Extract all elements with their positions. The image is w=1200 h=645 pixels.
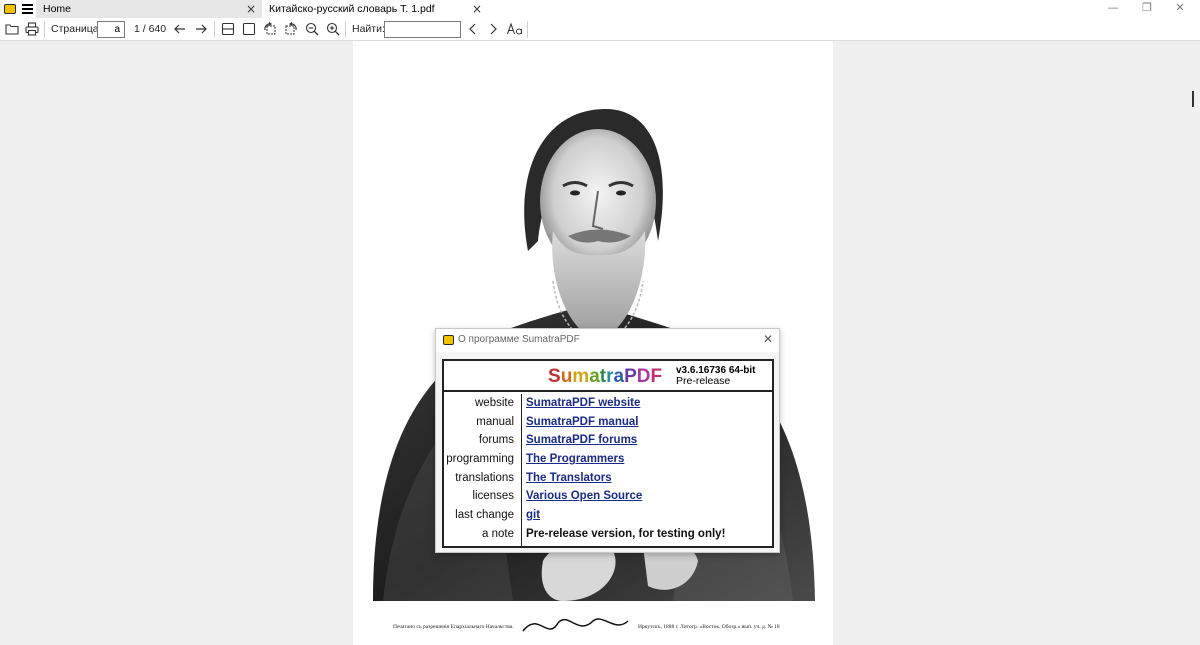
column-divider	[521, 394, 522, 546]
row-label-translations: translations	[455, 472, 514, 484]
toolbar-separator	[345, 21, 346, 38]
match-case-icon[interactable]	[506, 21, 524, 37]
zoom-out-icon[interactable]	[304, 21, 320, 37]
tab-home[interactable]: Home ×	[36, 0, 262, 18]
row-label-licenses: licenses	[472, 490, 514, 502]
git-link[interactable]: git	[526, 509, 540, 521]
dialog-title-bar[interactable]: О программе SumatraPDF ✕	[436, 329, 779, 352]
website-link[interactable]: SumatraPDF website	[526, 397, 640, 409]
about-header: SumatraPDF v3.6.16736 64-bit Pre-release	[444, 361, 772, 392]
forums-link[interactable]: SumatraPDF forums	[526, 434, 637, 446]
close-window-icon[interactable]: ✕	[1160, 0, 1200, 18]
release-text: Pre-release	[676, 375, 731, 387]
app-logo-icon	[443, 335, 454, 345]
scrollbar-thumb[interactable]	[1192, 91, 1194, 107]
page-number-input[interactable]: a	[97, 21, 125, 38]
back-arrow-icon[interactable]	[172, 21, 188, 37]
caption-left: Печатано съ разрешенія Епархіальнаго Нач…	[393, 624, 514, 630]
row-label-last-change: last change	[455, 509, 514, 521]
programmers-link[interactable]: The Programmers	[526, 453, 624, 465]
about-dialog: О программе SumatraPDF ✕ SumatraPDF v3.6…	[435, 328, 780, 553]
about-box: SumatraPDF v3.6.16736 64-bit Pre-release…	[442, 359, 774, 548]
continuous-layout-icon[interactable]	[220, 21, 236, 37]
toolbar: Страница: a 1 / 640 Найти:	[0, 18, 1200, 41]
find-label: Найти:	[352, 23, 385, 35]
print-icon[interactable]	[24, 21, 40, 37]
row-label-forums: forums	[478, 434, 514, 446]
tab-home-label: Home	[43, 3, 72, 15]
prerelease-note: Pre-release version, for testing only!	[526, 528, 726, 540]
find-next-icon[interactable]	[485, 21, 501, 37]
row-label-manual: manual	[476, 416, 514, 428]
row-label-website: website	[475, 397, 514, 409]
rotate-left-icon[interactable]	[262, 21, 278, 37]
find-input[interactable]	[384, 21, 461, 38]
tab-document[interactable]: Китайско-русский словарь Т. 1.pdf ×	[262, 0, 488, 18]
manual-link[interactable]: SumatraPDF manual	[526, 416, 638, 428]
open-folder-icon[interactable]	[4, 21, 20, 37]
zoom-in-icon[interactable]	[325, 21, 341, 37]
licenses-link[interactable]: Various Open Source	[526, 490, 642, 502]
close-dialog-icon[interactable]: ✕	[763, 332, 773, 346]
page-count: 1 / 640	[134, 23, 167, 35]
rotate-right-icon[interactable]	[283, 21, 299, 37]
close-tab-icon[interactable]: ×	[246, 0, 256, 18]
close-tab-icon[interactable]: ×	[472, 0, 482, 18]
toolbar-separator	[44, 21, 45, 38]
app-logo-icon	[4, 4, 16, 14]
toolbar-separator	[214, 21, 215, 38]
single-page-icon[interactable]	[241, 21, 257, 37]
translators-link[interactable]: The Translators	[526, 472, 612, 484]
find-previous-icon[interactable]	[465, 21, 481, 37]
tab-document-label: Китайско-русский словарь Т. 1.pdf	[269, 3, 435, 15]
toolbar-separator	[527, 21, 528, 38]
row-label-programming: programming	[446, 453, 514, 465]
caption-right: Иркутскъ, 1888 г. Литогр. «Восток. Обозр…	[638, 623, 780, 630]
brand-logo: SumatraPDF	[548, 366, 663, 387]
forward-arrow-icon[interactable]	[193, 21, 209, 37]
hamburger-menu-icon[interactable]	[22, 4, 33, 14]
title-bar: Home × Китайско-русский словарь Т. 1.pdf…	[0, 0, 1200, 18]
page-label: Страница:	[51, 23, 102, 35]
dialog-title: О программе SumatraPDF	[458, 334, 580, 345]
row-label-note: a note	[482, 528, 514, 540]
